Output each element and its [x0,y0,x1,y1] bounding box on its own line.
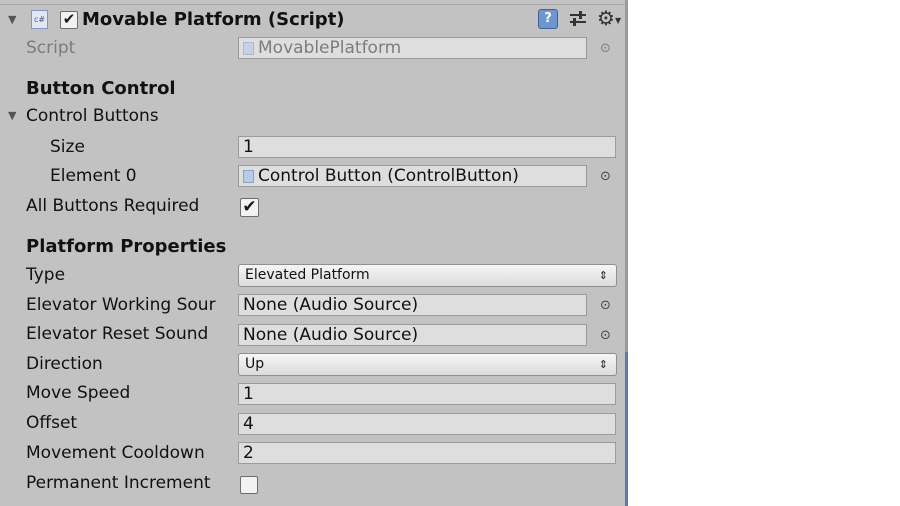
direction-dropdown[interactable]: Up ⇕ [238,353,617,376]
element0-label: Element 0 [50,166,137,186]
elevator-reset-sound-label: Elevator Reset Sound [26,324,209,344]
control-button-object-icon [243,169,254,183]
permanent-increment-checkbox[interactable] [240,476,258,494]
element0-picker-icon[interactable]: ⊙ [598,169,613,184]
elevator-working-sound-label: Elevator Working Sour [26,295,216,315]
dropdown-arrows-icon: ⇕ [598,358,608,371]
reset-sound-picker-icon[interactable]: ⊙ [598,328,613,343]
csharp-script-icon: c# [31,10,48,29]
section-heading-platform-properties: Platform Properties [26,236,227,257]
size-field[interactable]: 1 [238,136,616,158]
script-field: MovablePlatform [238,37,587,59]
move-speed-label: Move Speed [26,383,131,403]
working-sound-picker-icon[interactable]: ⊙ [598,298,613,313]
help-book-icon[interactable]: ? [538,9,558,29]
type-dropdown[interactable]: Elevated Platform ⇕ [238,264,617,287]
element0-field[interactable]: Control Button (ControlButton) [238,165,587,187]
direction-dropdown-value: Up [245,356,265,372]
section-heading-button-control: Button Control [26,78,176,99]
csharp-file-icon [243,41,254,55]
direction-label: Direction [26,354,103,374]
script-field-value: MovablePlatform [258,38,402,58]
gear-icon[interactable]: ⚙ [597,6,615,30]
component-title: Movable Platform (Script) [82,9,345,30]
script-label: Script [26,38,76,58]
type-dropdown-value: Elevated Platform [245,267,370,283]
movement-cooldown-label: Movement Cooldown [26,443,205,463]
object-picker-icon: ⊙ [600,41,611,56]
dropdown-arrows-icon: ⇕ [598,269,608,282]
inspector-panel: ▼ c# ✔ Movable Platform (Script) ? ⚙ ▼ S… [0,0,625,506]
all-buttons-required-label: All Buttons Required [26,196,200,216]
offset-label: Offset [26,413,78,433]
permanent-increment-label: Permanent Increment [26,473,211,493]
control-buttons-foldout-icon[interactable]: ▼ [8,105,16,127]
type-label: Type [26,265,66,285]
header-divider [0,4,625,5]
elevator-working-sound-field[interactable]: None (Audio Source) [238,294,587,316]
all-buttons-required-checkbox[interactable]: ✔ [240,198,259,217]
foldout-arrow-icon[interactable]: ▼ [8,9,16,31]
elevator-reset-sound-field[interactable]: None (Audio Source) [238,324,587,346]
movement-cooldown-field[interactable]: 2 [238,442,616,464]
component-header: ▼ c# ✔ Movable Platform (Script) ? ⚙ ▼ [0,0,625,38]
size-label: Size [50,137,85,157]
presets-sliders-icon[interactable] [568,10,588,28]
scrollbar-accent[interactable] [625,352,628,506]
component-enabled-checkbox[interactable]: ✔ [60,11,78,29]
move-speed-field[interactable]: 1 [238,383,616,405]
control-buttons-label[interactable]: Control Buttons [26,105,159,127]
offset-field[interactable]: 4 [238,413,616,435]
gear-dropdown-arrow-icon[interactable]: ▼ [615,16,621,25]
element0-value: Control Button (ControlButton) [258,166,519,186]
